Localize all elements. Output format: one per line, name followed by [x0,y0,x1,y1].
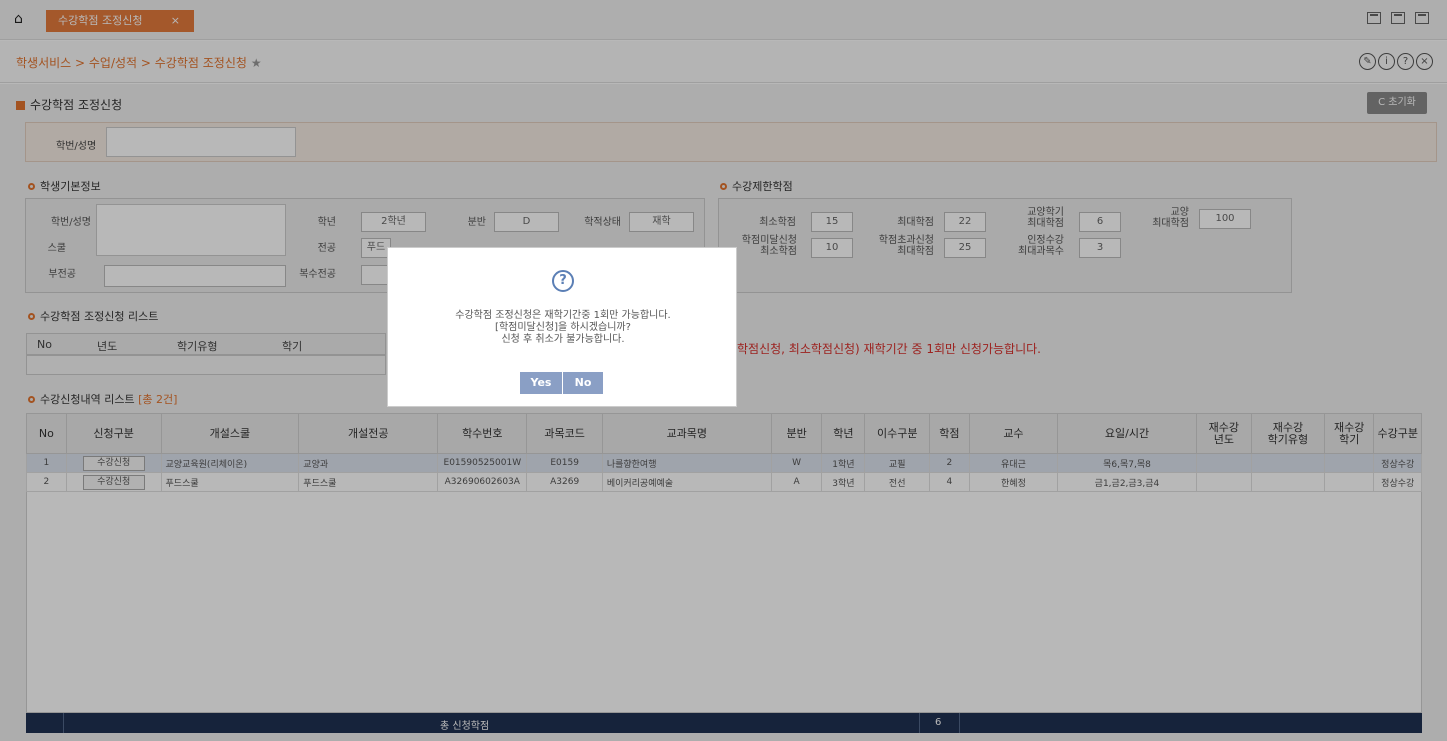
no-button[interactable]: No [563,372,603,394]
yes-button[interactable]: Yes [520,372,562,394]
dialog-line-1: 수강학점 조정신청은 재학기간중 1회만 가능합니다. [455,310,671,321]
question-icon: ? [552,270,574,292]
dialog-line-2: [학점미달신청]을 하시겠습니까? [495,322,631,333]
confirm-dialog: ? 수강학점 조정신청은 재학기간중 1회만 가능합니다. [학점미달신청]을 … [387,247,737,407]
dialog-line-3: 신청 후 취소가 불가능합니다. [501,334,625,345]
dialog-message: 수강학점 조정신청은 재학기간중 1회만 가능합니다. [학점미달신청]을 하시… [388,310,738,346]
